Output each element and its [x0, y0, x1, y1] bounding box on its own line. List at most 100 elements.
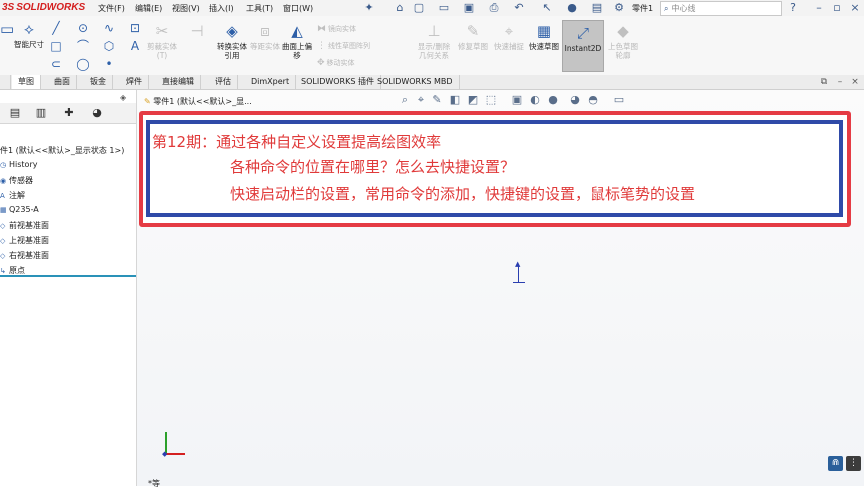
material-icon: ▦: [0, 206, 7, 214]
smart-dimension-button[interactable]: ⟡ 智能尺寸: [14, 20, 44, 49]
repair-icon: ✎: [466, 22, 480, 40]
home-icon[interactable]: ⌂: [393, 1, 407, 14]
trim-entities-button[interactable]: ✂ 剪裁实体(T): [145, 22, 179, 60]
tab-features[interactable]: [0, 75, 11, 89]
select-cursor-icon[interactable]: ↖: [540, 1, 554, 14]
annotation-icon: A: [0, 192, 5, 200]
menu-insert[interactable]: 插入(I): [209, 3, 234, 14]
menu-view[interactable]: 视图(V): [172, 3, 200, 14]
tile-window-icon[interactable]: ⧉: [818, 77, 830, 88]
dynamic-annotation-icon[interactable]: ◩: [466, 93, 480, 106]
edit-appearance-icon[interactable]: ●: [546, 93, 560, 106]
ellipse-icon[interactable]: ◯: [76, 57, 90, 71]
offset-on-surface-button[interactable]: ◭ 曲面上偏移: [282, 22, 312, 60]
window-minimize-icon[interactable]: –: [834, 77, 846, 88]
menu-window[interactable]: 窗口(W): [283, 3, 313, 14]
pin-icon[interactable]: ✦: [362, 1, 376, 14]
mirror-entities-label[interactable]: ⧓ 镜向实体: [317, 24, 356, 34]
window-close-icon[interactable]: ×: [849, 77, 861, 88]
instant2d-icon: ⤢: [576, 24, 589, 42]
display-style-icon[interactable]: ▣: [510, 93, 524, 106]
repair-sketch-button[interactable]: ✎ 修复草图: [458, 22, 488, 51]
zoom-area-icon[interactable]: ⌖: [414, 93, 428, 107]
move-entities-label[interactable]: ✥ 移动实体: [317, 58, 355, 68]
property-manager-tab-icon[interactable]: ▥: [30, 105, 52, 121]
save-icon[interactable]: ▣: [462, 1, 476, 14]
file-properties-icon[interactable]: ▤: [590, 1, 604, 14]
panel-pin-icon[interactable]: ◈: [120, 93, 126, 102]
polygon-icon[interactable]: ⬡: [102, 39, 116, 53]
breadcrumb[interactable]: ✎ 零件1 (默认<<默认>_显...: [144, 96, 252, 107]
command-tabs: 草图 曲面 钣金 焊件 直接编辑 评估 DimXpert SOLIDWORKS …: [0, 75, 864, 90]
tab-sketch[interactable]: 草图: [12, 75, 41, 89]
scene-icon[interactable]: ◕: [568, 93, 582, 106]
restore-icon[interactable]: ▫: [830, 1, 844, 14]
extend-button[interactable]: ⊣: [182, 22, 212, 42]
search-input[interactable]: ⌕ 中心线: [660, 1, 782, 16]
linear-pattern-label[interactable]: ⋮ 线性草图阵列: [317, 41, 370, 51]
help-icon[interactable]: ?: [786, 1, 800, 14]
undo-icon[interactable]: ↶: [512, 1, 526, 14]
tree-item-right-plane[interactable]: ◇ 右视基准面: [0, 250, 49, 261]
tree-item-annotations[interactable]: A 注解: [0, 190, 25, 201]
zoom-to-fit-icon[interactable]: ⌕: [398, 93, 412, 107]
view-settings-icon[interactable]: ◓: [586, 93, 600, 106]
tab-solidworks-mbd[interactable]: SOLIDWORKS MBD: [371, 75, 460, 89]
point-icon[interactable]: •: [102, 57, 116, 71]
convert-entities-button[interactable]: ◈ 转换实体引用: [215, 22, 249, 60]
instant2d-button[interactable]: ⤢ Instant2D: [562, 20, 604, 72]
tree-item-history[interactable]: ◷ History: [0, 160, 37, 169]
monitor-icon[interactable]: ▭: [612, 93, 626, 106]
tab-direct-editing[interactable]: 直接编辑: [156, 75, 201, 89]
tab-sheet-metal[interactable]: 钣金: [84, 75, 113, 89]
tab-evaluate[interactable]: 评估: [209, 75, 238, 89]
tab-surfaces[interactable]: 曲面: [48, 75, 77, 89]
hide-show-items-icon[interactable]: ◐: [528, 93, 542, 106]
display-relations-button[interactable]: ⊥ 显示/删除几何关系: [414, 22, 454, 60]
section-view-icon[interactable]: ◧: [448, 93, 462, 106]
minimize-icon[interactable]: –: [812, 1, 826, 14]
text-icon[interactable]: A: [128, 39, 142, 53]
tree-item-front-plane[interactable]: ◇ 前视基准面: [0, 220, 49, 231]
view-orientation-icon[interactable]: ⬚: [484, 93, 498, 106]
open-folder-icon[interactable]: ▭: [437, 1, 451, 14]
sensor-icon: ◉: [0, 177, 7, 185]
origin-icon: ↳: [0, 267, 6, 275]
view-cube-icon[interactable]: ⋒: [828, 456, 843, 471]
quick-snaps-button[interactable]: ⌖ 快速捕捉: [494, 22, 524, 51]
feature-tree-root[interactable]: 件1 (默认<<默认>_显示状态 1>): [0, 145, 124, 156]
sketch-partial-button[interactable]: ▭: [0, 20, 14, 40]
arc-icon[interactable]: ⌒: [76, 39, 90, 53]
rebuild-icon[interactable]: ●: [565, 1, 579, 14]
shaded-sketch-contours-button[interactable]: ◆ 上色草图轮廓: [606, 22, 640, 60]
menu-tools[interactable]: 工具(T): [246, 3, 273, 14]
print-icon[interactable]: ⎙: [487, 1, 501, 14]
options-gear-icon[interactable]: ⚙: [612, 1, 626, 14]
menu-edit[interactable]: 编辑(E): [135, 3, 162, 14]
spline-icon[interactable]: ∿: [102, 21, 116, 35]
new-file-icon[interactable]: ▢: [412, 1, 426, 14]
appearance-tab-icon[interactable]: ◕: [86, 105, 108, 121]
tab-solidworks-addins[interactable]: SOLIDWORKS 插件: [295, 75, 381, 89]
triad-z-icon: ◆: [162, 450, 168, 458]
slot-icon[interactable]: ⊂: [49, 57, 63, 71]
feature-tree-tab-icon[interactable]: ▤: [4, 105, 26, 121]
plane-icon[interactable]: ⊡: [128, 21, 142, 35]
tab-weldments[interactable]: 焊件: [120, 75, 149, 89]
configuration-manager-tab-icon[interactable]: ✚: [58, 105, 80, 121]
offset-entities-button[interactable]: ⧈ 等距实体: [250, 22, 280, 51]
circle-icon[interactable]: ⊙: [76, 21, 90, 35]
previous-view-icon[interactable]: ✎: [430, 93, 444, 106]
solidworks-logo: 3S SOLIDWORKS: [2, 2, 86, 13]
line-icon[interactable]: ╱: [49, 21, 63, 35]
rapid-sketch-button[interactable]: ▦ 快速草图: [528, 22, 560, 51]
tree-item-material[interactable]: ▦ Q235-A: [0, 205, 39, 214]
tree-item-top-plane[interactable]: ◇ 上视基准面: [0, 235, 49, 246]
rollback-bar[interactable]: [0, 275, 136, 277]
tree-item-sensors[interactable]: ◉ 传感器: [0, 175, 33, 186]
rectangle-icon[interactable]: □: [49, 39, 63, 53]
tab-dimxpert[interactable]: DimXpert: [245, 75, 297, 89]
close-icon[interactable]: ×: [848, 1, 862, 14]
grid-menu-icon[interactable]: ⋮: [846, 456, 861, 471]
menu-file[interactable]: 文件(F): [98, 3, 125, 14]
